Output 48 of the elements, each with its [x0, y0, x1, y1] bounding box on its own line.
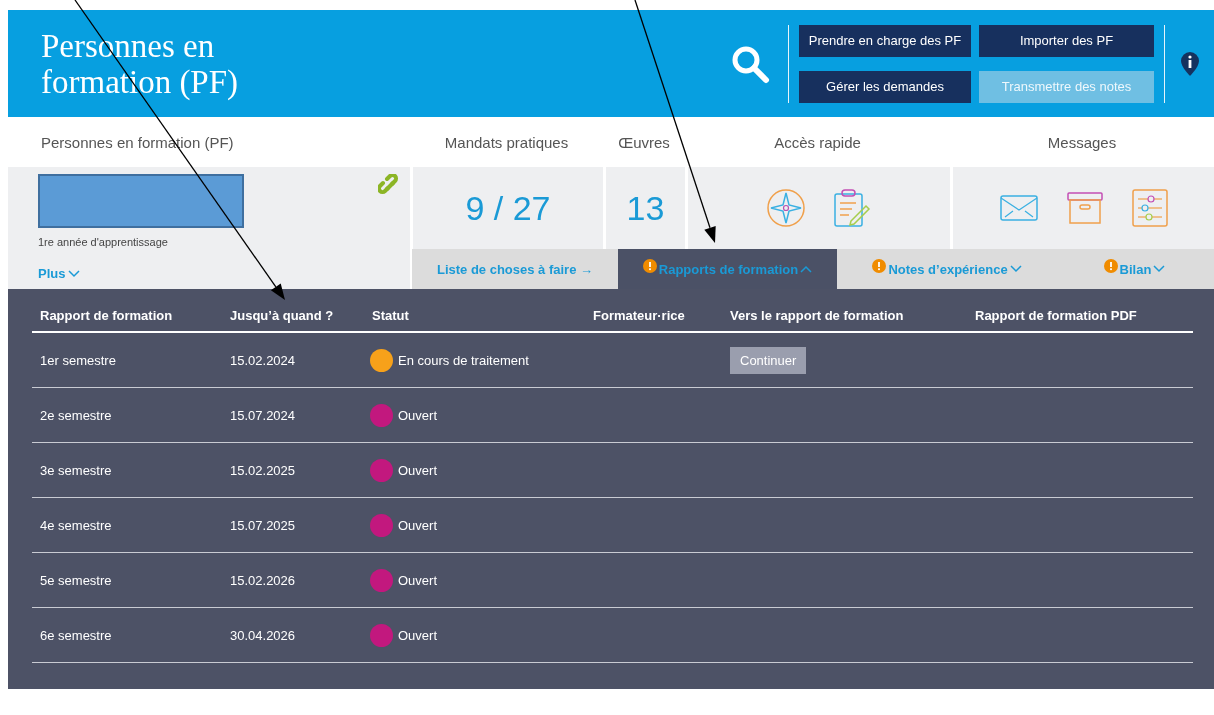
column-header: Vers le rapport de formation — [722, 299, 967, 332]
chevron-down-icon — [1009, 265, 1022, 273]
column-header: Statut — [364, 299, 585, 332]
status-text: Ouvert — [398, 462, 437, 478]
more-link[interactable]: Plus — [38, 266, 81, 281]
header-button[interactable]: Prendre en charge des PF — [799, 24, 971, 57]
status-text: Ouvert — [398, 407, 437, 423]
table-cell: 3e semestre — [32, 442, 222, 498]
table-cell: 2e semestre — [32, 387, 222, 443]
compass-icon[interactable] — [766, 188, 806, 228]
tab[interactable]: Notes d’expérience — [837, 249, 1057, 289]
column-header: Rapport de formation — [32, 299, 222, 332]
status-text: En cours de traitement — [398, 352, 529, 368]
table-cell: 4e semestre — [32, 497, 222, 553]
tab[interactable]: Rapports de formation — [618, 249, 837, 289]
column-header: Formateur·rice — [585, 299, 722, 332]
info-icon[interactable] — [1180, 50, 1200, 77]
column-header: Rapport de formation PDF — [967, 299, 1193, 332]
section-heading: Messages — [1046, 132, 1118, 153]
continue-button[interactable]: Continuer — [730, 346, 807, 374]
status-text: Ouvert — [398, 627, 437, 643]
column-header: Jusqu’à quand ? — [222, 299, 364, 332]
section-heading: Mandats pratiques — [443, 132, 570, 153]
tab[interactable]: Liste de choses à faire → — [412, 249, 618, 289]
clipboard-pen-icon[interactable] — [832, 188, 872, 228]
envelope-icon[interactable] — [998, 193, 1039, 223]
apprenticeship-year: 1re année d'apprentissage — [38, 236, 169, 248]
section-heading: Accès rapide — [773, 132, 862, 153]
status-text: Ouvert — [398, 517, 437, 533]
chevron-down-icon — [68, 269, 81, 278]
table-cell: 15.07.2025 — [222, 497, 364, 553]
chevron-down-icon — [1153, 265, 1166, 273]
table-cell: 15.02.2024 — [222, 332, 364, 388]
table-cell: 15.07.2024 — [222, 387, 364, 443]
status-text: Ouvert — [398, 572, 437, 588]
table-cell: 15.02.2026 — [222, 552, 364, 608]
table-cell: 5e semestre — [32, 552, 222, 608]
tab[interactable]: Bilan — [1057, 249, 1212, 289]
header-button[interactable]: Importer des PF — [979, 24, 1154, 57]
chevron-up-icon — [800, 265, 813, 273]
table-cell: 6e semestre — [32, 607, 222, 663]
archive-box-icon[interactable] — [1064, 191, 1105, 225]
table-cell: 30.04.2026 — [222, 607, 364, 663]
section-heading: Œuvres — [617, 132, 671, 153]
settings-list-icon[interactable] — [1130, 188, 1169, 228]
table-cell: 15.02.2025 — [222, 442, 364, 498]
header-button[interactable]: Gérer les demandes — [799, 70, 971, 103]
table-cell: 1er semestre — [32, 332, 222, 388]
